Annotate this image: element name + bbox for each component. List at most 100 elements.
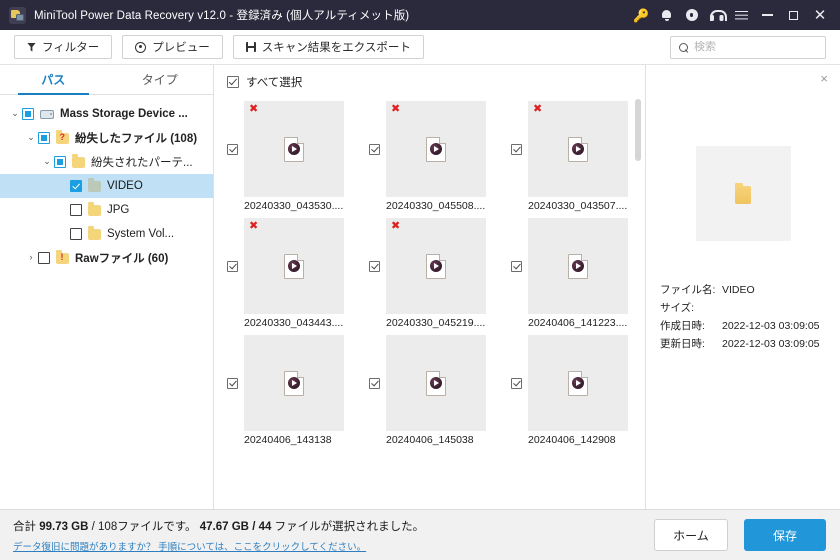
- detail-field-value: 2022-12-03 03:09:05: [722, 320, 820, 332]
- file-checkbox[interactable]: [369, 260, 380, 272]
- file-thumbnail[interactable]: ✖: [244, 218, 344, 314]
- tree-node-checkbox[interactable]: [70, 204, 82, 216]
- bell-icon[interactable]: [654, 0, 679, 30]
- status-summary: 合計 99.73 GB / 108ファイルです。 47.67 GB / 44 フ…: [13, 518, 654, 534]
- file-thumbnail[interactable]: ✖: [386, 218, 486, 314]
- tree-node-checkbox[interactable]: [38, 252, 50, 264]
- tree-node[interactable]: ⌄ 紛失したファイル (108): [0, 126, 213, 150]
- minitool-logo-icon: [9, 6, 26, 24]
- file-thumb-row: [511, 218, 631, 314]
- menu-icon[interactable]: [729, 0, 754, 30]
- file-cell[interactable]: 20240406_142908: [511, 335, 631, 446]
- file-cell[interactable]: ✖ 20240330_043530....: [227, 101, 347, 212]
- file-thumbnail[interactable]: [528, 218, 628, 314]
- file-thumbnail[interactable]: [528, 335, 628, 431]
- chevron-icon[interactable]: ›: [24, 252, 38, 262]
- select-all-row[interactable]: すべて選択: [214, 69, 645, 95]
- video-file-icon: [426, 253, 446, 279]
- file-thumb-row: [227, 335, 347, 431]
- key-icon[interactable]: 🔑: [629, 0, 654, 30]
- chevron-icon[interactable]: ⌄: [40, 156, 54, 166]
- chevron-icon[interactable]: ⌄: [24, 132, 38, 142]
- floppy-icon: [245, 42, 256, 52]
- title-bar: MiniTool Power Data Recovery v12.0 - 登録済…: [0, 0, 840, 30]
- tree-node-checkbox[interactable]: [54, 156, 66, 168]
- tree-node-label: VIDEO: [107, 180, 143, 192]
- search-input[interactable]: [694, 41, 817, 53]
- detail-field: ファイル名: VIDEO: [660, 281, 826, 299]
- file-thumbnail[interactable]: [244, 335, 344, 431]
- deleted-flag-icon: ✖: [533, 103, 543, 115]
- tree-node[interactable]: JPG: [0, 198, 213, 222]
- help-link[interactable]: データ復旧に問題がありますか？ 手順については、ここをクリックしてください。: [13, 539, 654, 553]
- file-checkbox[interactable]: [227, 377, 238, 389]
- file-cell[interactable]: 20240406_145038: [369, 335, 489, 446]
- minimize-icon[interactable]: [754, 0, 780, 30]
- folder-icon: [88, 202, 101, 216]
- file-cell[interactable]: ✖ 20240330_043507....: [511, 101, 631, 212]
- preview-button[interactable]: プレビュー: [122, 35, 223, 59]
- headset-icon[interactable]: [704, 0, 729, 30]
- chevron-icon[interactable]: ⌄: [8, 108, 22, 118]
- folder-icon: [72, 154, 85, 168]
- file-thumb-row: [369, 335, 489, 431]
- close-icon[interactable]: ✕: [806, 0, 834, 30]
- tree-node-label: Mass Storage Device ...: [60, 108, 188, 120]
- tree-node[interactable]: ⌄ 紛失されたパーテ...: [0, 150, 213, 174]
- file-thumb-row: ✖: [227, 101, 347, 197]
- tree-node-checkbox[interactable]: [70, 228, 82, 240]
- save-button[interactable]: 保存: [744, 519, 826, 551]
- file-checkbox[interactable]: [511, 377, 522, 389]
- tree-node-checkbox[interactable]: [38, 132, 50, 144]
- file-name: 20240330_043530....: [244, 200, 344, 212]
- file-checkbox[interactable]: [511, 143, 522, 155]
- tree-node[interactable]: System Vol...: [0, 222, 213, 246]
- file-thumbnail[interactable]: [386, 335, 486, 431]
- tree-node[interactable]: ⌄ Mass Storage Device ...: [0, 102, 213, 126]
- grid-scrollbar-thumb[interactable]: [635, 99, 641, 161]
- search-box[interactable]: [670, 35, 826, 59]
- tab-type[interactable]: タイプ: [107, 65, 214, 94]
- file-thumb-row: ✖: [511, 101, 631, 197]
- application-window: MiniTool Power Data Recovery v12.0 - 登録済…: [0, 0, 840, 560]
- select-all-checkbox[interactable]: [227, 76, 239, 88]
- detail-field: 作成日時: 2022-12-03 03:09:05: [660, 317, 826, 335]
- file-checkbox[interactable]: [511, 260, 522, 272]
- file-checkbox[interactable]: [227, 260, 238, 272]
- file-thumbnail[interactable]: ✖: [528, 101, 628, 197]
- search-icon: [679, 42, 688, 52]
- file-cell[interactable]: 20240406_141223....: [511, 218, 631, 329]
- deleted-flag-icon: ✖: [249, 103, 259, 115]
- detail-metadata: ファイル名: VIDEO サイズ: 作成日時: 2022-12-03 03:09:05 更…: [660, 281, 826, 353]
- tree-node-checkbox[interactable]: [22, 108, 34, 120]
- filter-button[interactable]: フィルター: [14, 35, 113, 59]
- file-grid-pane: すべて選択 ✖ 20240330_043530.... ✖ 20240330_0455…: [214, 65, 646, 509]
- maximize-icon[interactable]: [780, 0, 806, 30]
- file-cell[interactable]: ✖ 20240330_043443....: [227, 218, 347, 329]
- export-scan-result-button[interactable]: スキャン結果をエクスポート: [232, 35, 424, 59]
- grid-scrollbar[interactable]: [635, 99, 641, 503]
- file-cell[interactable]: 20240406_143138: [227, 335, 347, 446]
- file-thumbnail[interactable]: ✖: [386, 101, 486, 197]
- folder-icon: [733, 182, 753, 206]
- file-thumbnail[interactable]: ✖: [244, 101, 344, 197]
- tree-list: ⌄Mass Storage Device ...⌄紛失したファイル (108)⌄…: [0, 95, 213, 509]
- video-file-icon: [568, 136, 588, 162]
- file-cell[interactable]: ✖ 20240330_045219....: [369, 218, 489, 329]
- export-button-label: スキャン結果をエクスポート: [261, 42, 411, 54]
- home-button[interactable]: ホーム: [654, 519, 728, 551]
- play-icon: [430, 260, 442, 272]
- tree-node[interactable]: VIDEO: [0, 174, 213, 198]
- file-checkbox[interactable]: [369, 377, 380, 389]
- eye-icon: [135, 41, 147, 53]
- tab-path-label: パス: [41, 73, 66, 87]
- tree-node[interactable]: › Rawファイル (60): [0, 246, 213, 270]
- detail-close-icon[interactable]: ×: [820, 72, 828, 85]
- file-cell[interactable]: ✖ 20240330_045508....: [369, 101, 489, 212]
- file-checkbox[interactable]: [369, 143, 380, 155]
- file-checkbox[interactable]: [227, 143, 238, 155]
- tab-path[interactable]: パス: [0, 65, 107, 95]
- disc-icon[interactable]: [679, 0, 704, 30]
- tree-node-checkbox[interactable]: [70, 180, 82, 192]
- status-text-group: 合計 99.73 GB / 108ファイルです。 47.67 GB / 44 フ…: [13, 518, 654, 553]
